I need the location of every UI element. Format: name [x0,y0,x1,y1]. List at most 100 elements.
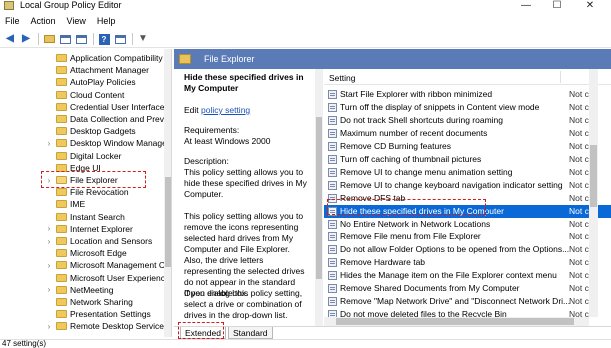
requirements-value: At least Windows 2000 [184,136,271,146]
setting-row[interactable]: Remove UI to change menu animation setti… [324,166,611,179]
policy-setting-icon [328,180,337,190]
setting-row[interactable]: Turn off caching of thumbnail pictures No… [324,153,611,166]
setting-state: Not c [569,101,589,112]
tree-item-label: NetMeeting [70,284,114,295]
expand-chevron-icon[interactable]: › [45,285,53,294]
help-icon[interactable]: ? [97,33,111,46]
close-button[interactable]: ✕ [576,0,604,12]
view-tabs: Extended Standard [174,326,611,339]
tree-item-label: IME [70,199,86,210]
menu-action[interactable]: Action [31,16,56,26]
folder-icon [56,54,67,62]
tree-item[interactable]: Microsoft User Experience [0,272,171,284]
tree-item[interactable]: › NetMeeting [0,284,171,296]
setting-name: Do not track Shell shortcuts during roam… [340,114,503,125]
edit-prefix: Edit [184,105,202,115]
back-arrow-icon[interactable]: ◀ [3,33,17,46]
folder-icon [179,54,191,64]
setting-row[interactable]: No Entire Network in Network Locations No… [324,218,611,231]
forward-arrow-icon[interactable]: ▶ [19,33,33,46]
menu-help[interactable]: Help [97,16,116,26]
title-bar: Local Group Policy Editor — ☐ ✕ [0,0,611,12]
setting-row[interactable]: Do not allow Folder Options to be opened… [324,243,611,256]
column-setting[interactable]: Setting [329,73,355,83]
tree-item[interactable]: Desktop Gadgets [0,125,171,137]
tree-item[interactable]: Instant Search [0,211,171,223]
folder-icon [56,322,67,331]
setting-row[interactable]: Remove CD Burning features Not c [324,140,611,153]
filter-icon[interactable]: ▼ [136,33,150,46]
setting-row[interactable]: Remove Hardware tab Not c [324,256,611,269]
setting-name: Remove Shared Documents from My Computer [340,283,520,294]
description-scrollbar[interactable] [315,69,323,326]
expand-chevron-icon[interactable]: › [45,237,53,246]
tree-item[interactable]: Application Compatibility [0,52,171,64]
properties-icon[interactable] [113,33,127,46]
tree-item-label: Microsoft Management Co [70,260,170,271]
tree-item[interactable]: Credential User Interface [0,101,171,113]
maximize-button[interactable]: ☐ [543,0,571,12]
tab-standard[interactable]: Standard [228,327,273,339]
menu-file[interactable]: File [5,16,20,26]
description-paragraph-1: This policy setting allows you to hide t… [184,167,307,199]
tree-item[interactable]: › Internet Explorer [0,223,171,235]
window-title: Local Group Policy Editor [20,0,122,10]
setting-row[interactable]: Do not track Shell shortcuts during roam… [324,114,611,127]
tree-item[interactable]: Cloud Content [0,89,171,101]
tree-item-label: Desktop Gadgets [70,126,136,137]
export-list-icon[interactable] [74,33,88,46]
setting-state: Not c [569,179,589,190]
minimize-button[interactable]: — [512,0,540,12]
setting-name: Start File Explorer with ribbon minimize… [340,89,493,99]
column-divider[interactable] [560,71,561,83]
scroll-thumb[interactable] [336,318,574,325]
setting-row[interactable]: Start File Explorer with ribbon minimize… [324,88,611,101]
expand-chevron-icon[interactable]: › [45,261,53,270]
setting-row[interactable]: Maximum number of recent documents Not c [324,127,611,140]
tree-item[interactable]: Data Collection and Previe [0,113,171,125]
tree-item[interactable]: › Remote Desktop Services [0,320,171,332]
scroll-thumb[interactable] [165,177,171,267]
folder-icon [56,200,67,209]
setting-row[interactable]: Turn off the display of snippets in Cont… [324,101,611,114]
folder-icon [56,285,67,294]
status-bar: 47 setting(s) [0,339,611,348]
scroll-thumb[interactable] [590,145,597,207]
column-header: Setting [324,69,611,85]
tree-item[interactable]: IME [0,198,171,210]
tree-item-label: Cloud Content [70,89,125,100]
panel-header: File Explorer [174,49,611,69]
menu-view[interactable]: View [67,16,86,26]
expand-chevron-icon[interactable]: › [45,224,53,233]
description-paragraph-2: This policy setting allows you to remove… [184,211,305,298]
edit-policy-line: Edit policy setting [184,105,308,116]
show-hide-tree-icon[interactable] [58,33,72,46]
setting-row[interactable]: Hides the Manage item on the File Explor… [324,269,611,282]
setting-row[interactable]: Remove "Map Network Drive" and "Disconne… [324,295,611,308]
tree-item-label: Instant Search [70,211,125,222]
setting-row[interactable]: Remove UI to change keyboard navigation … [324,179,611,192]
folder-icon [56,212,67,221]
scroll-thumb[interactable] [316,117,322,279]
tree-item[interactable]: Network Sharing [0,296,171,308]
folder-icon [56,78,67,87]
policy-setting-link[interactable]: policy setting [201,105,250,115]
tree-item[interactable]: Microsoft Edge [0,247,171,259]
settings-horizontal-scrollbar[interactable] [324,317,589,326]
expand-chevron-icon[interactable]: › [45,139,53,148]
tree-item[interactable]: Presentation Settings [0,308,171,320]
tree-item[interactable]: › Microsoft Management Co [0,259,171,271]
settings-scrollbar[interactable] [589,69,598,317]
tree-item[interactable]: AutoPlay Policies [0,76,171,88]
setting-row[interactable]: Remove File menu from File Explorer Not c [324,230,611,243]
expand-chevron-icon[interactable]: › [45,322,53,331]
setting-row[interactable]: Remove Shared Documents from My Computer… [324,282,611,295]
up-folder-icon[interactable] [42,33,56,46]
tree-item[interactable]: › Desktop Window Manager [0,137,171,149]
tree-item[interactable]: › Location and Sensors [0,235,171,247]
tree-item[interactable]: Digital Locker [0,150,171,162]
tree-scrollbar[interactable] [164,49,171,337]
tree-item-label: Data Collection and Previe [70,114,171,124]
policy-setting-icon [328,232,337,242]
tree-item[interactable]: Attachment Manager [0,64,171,76]
